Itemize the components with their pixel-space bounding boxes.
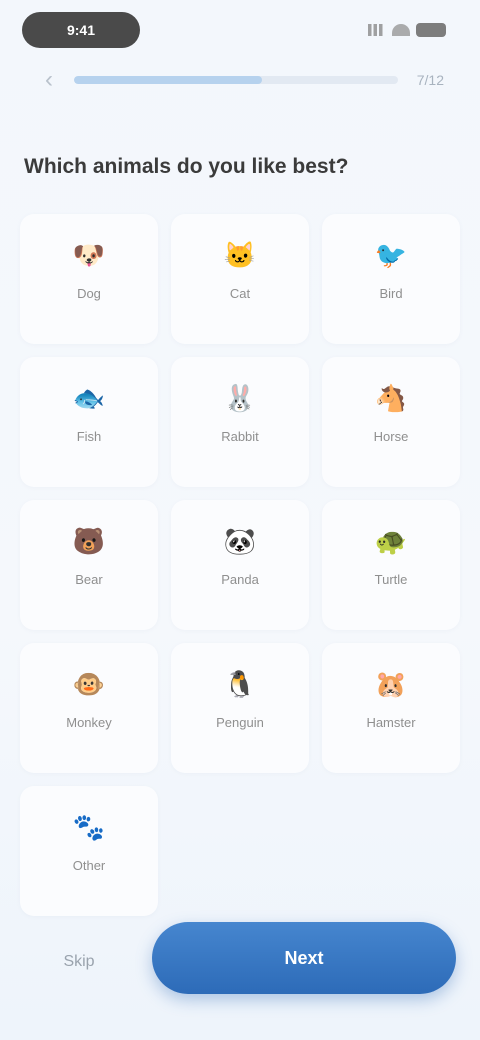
penguin-icon: 🐧 <box>223 668 257 699</box>
bird-icon: 🐦 <box>374 239 408 270</box>
status-icons <box>354 18 446 42</box>
panda-icon: 🐼 <box>223 525 257 556</box>
option-label: Horse <box>373 429 409 444</box>
hamster-icon: 🐹 <box>374 668 408 699</box>
option-tile[interactable]: 🐰 Rabbit <box>171 357 309 487</box>
progress-count: 7/12 <box>416 72 444 88</box>
option-label: Fish <box>76 429 102 444</box>
option-label: Penguin <box>216 715 264 730</box>
option-tile[interactable]: 🐦 Bird <box>322 214 460 344</box>
option-label: Panda <box>221 572 259 587</box>
option-tile[interactable]: 🐱 Cat <box>171 214 309 344</box>
cat-icon: 🐱 <box>223 239 257 270</box>
option-tile[interactable]: 🐵 Monkey <box>20 643 158 773</box>
progress-header: ‹ 7/12 <box>36 66 444 94</box>
status-bar: 9:41 <box>0 0 480 60</box>
option-label: Turtle <box>374 572 408 587</box>
monkey-icon: 🐵 <box>72 668 106 699</box>
turtle-icon: 🐢 <box>374 525 408 556</box>
bottom-bar: Skip Next <box>0 890 480 1040</box>
option-label: Cat <box>229 286 251 301</box>
horse-icon: 🐴 <box>374 382 408 413</box>
option-label: Other <box>72 858 106 873</box>
options-grid: 🐶 Dog 🐱 Cat 🐦 Bird 🐟 Fish 🐰 Rabbit 🐴 Horse 🐻 Bear 🐼 Pan… <box>20 214 460 916</box>
option-tile[interactable]: 🐢 Turtle <box>322 500 460 630</box>
option-tile[interactable]: 🐴 Horse <box>322 357 460 487</box>
progress-bar <box>74 76 398 84</box>
next-button[interactable]: Next <box>152 922 456 994</box>
question-title: Which animals do you like best? <box>24 155 349 178</box>
battery-icon <box>416 23 446 37</box>
dog-icon: 🐶 <box>72 239 106 270</box>
status-time: 9:41 <box>22 12 140 48</box>
paw-icon: 🐾 <box>72 811 106 842</box>
option-label: Bear <box>75 572 103 587</box>
option-tile[interactable]: 🐟 Fish <box>20 357 158 487</box>
bear-icon: 🐻 <box>72 525 106 556</box>
signal-icon <box>368 24 386 36</box>
progress-fill <box>74 76 262 84</box>
fish-icon: 🐟 <box>72 382 106 413</box>
option-label: Monkey <box>66 715 112 730</box>
option-label: Rabbit <box>221 429 259 444</box>
option-label: Dog <box>77 286 101 301</box>
option-label: Bird <box>379 286 403 301</box>
back-arrow-icon[interactable]: ‹ <box>36 67 62 93</box>
option-tile[interactable]: 🐻 Bear <box>20 500 158 630</box>
wifi-icon <box>392 24 410 36</box>
option-label: Hamster <box>366 715 416 730</box>
skip-button[interactable]: Skip <box>40 942 118 982</box>
option-tile[interactable]: 🐧 Penguin <box>171 643 309 773</box>
option-tile[interactable]: 🐹 Hamster <box>322 643 460 773</box>
option-tile[interactable]: 🐼 Panda <box>171 500 309 630</box>
rabbit-icon: 🐰 <box>223 382 257 413</box>
option-tile[interactable]: 🐶 Dog <box>20 214 158 344</box>
